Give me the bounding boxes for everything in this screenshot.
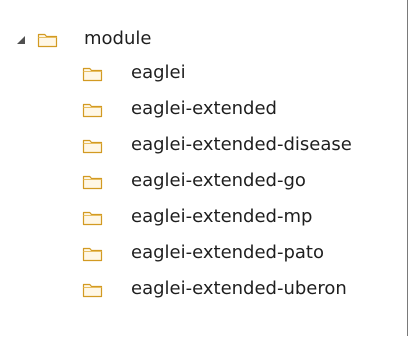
folder-icon (37, 31, 58, 48)
tree-item-eaglei[interactable]: eaglei (0, 56, 407, 92)
tree-item-eaglei-extended[interactable]: eaglei-extended (0, 92, 407, 128)
tree-item-label: eaglei-extended (131, 98, 277, 119)
tree-item-label: module (84, 28, 152, 49)
tree-item-eaglei-extended-disease[interactable]: eaglei-extended-disease (0, 128, 407, 164)
tree-item-label: eaglei-extended-uberon (131, 278, 347, 299)
tree-item-eaglei-extended-uberon[interactable]: eaglei-extended-uberon (0, 272, 407, 308)
tree-item-eaglei-extended-mp[interactable]: eaglei-extended-mp (0, 200, 407, 236)
tree-item-eaglei-extended-go[interactable]: eaglei-extended-go (0, 164, 407, 200)
tree-item-label: eaglei-extended-go (131, 170, 306, 191)
folder-icon (82, 101, 103, 118)
tree-item-eaglei-extended-pato[interactable]: eaglei-extended-pato (0, 236, 407, 272)
folder-icon (82, 137, 103, 154)
tree-item-label: eaglei-extended-pato (131, 242, 324, 263)
tree-item-label: eaglei-extended-disease (131, 134, 352, 155)
tree-item-module[interactable]: module (0, 22, 407, 58)
folder-icon (82, 209, 103, 226)
expanded-triangle-icon[interactable] (16, 35, 26, 45)
tree-item-label: eaglei-extended-mp (131, 206, 313, 227)
project-explorer-tree: module eaglei eaglei-extended eaglei-ext… (0, 0, 408, 336)
folder-icon (82, 245, 103, 262)
folder-icon (82, 65, 103, 82)
folder-icon (82, 173, 103, 190)
tree-item-label: eaglei (131, 62, 186, 83)
folder-icon (82, 281, 103, 298)
